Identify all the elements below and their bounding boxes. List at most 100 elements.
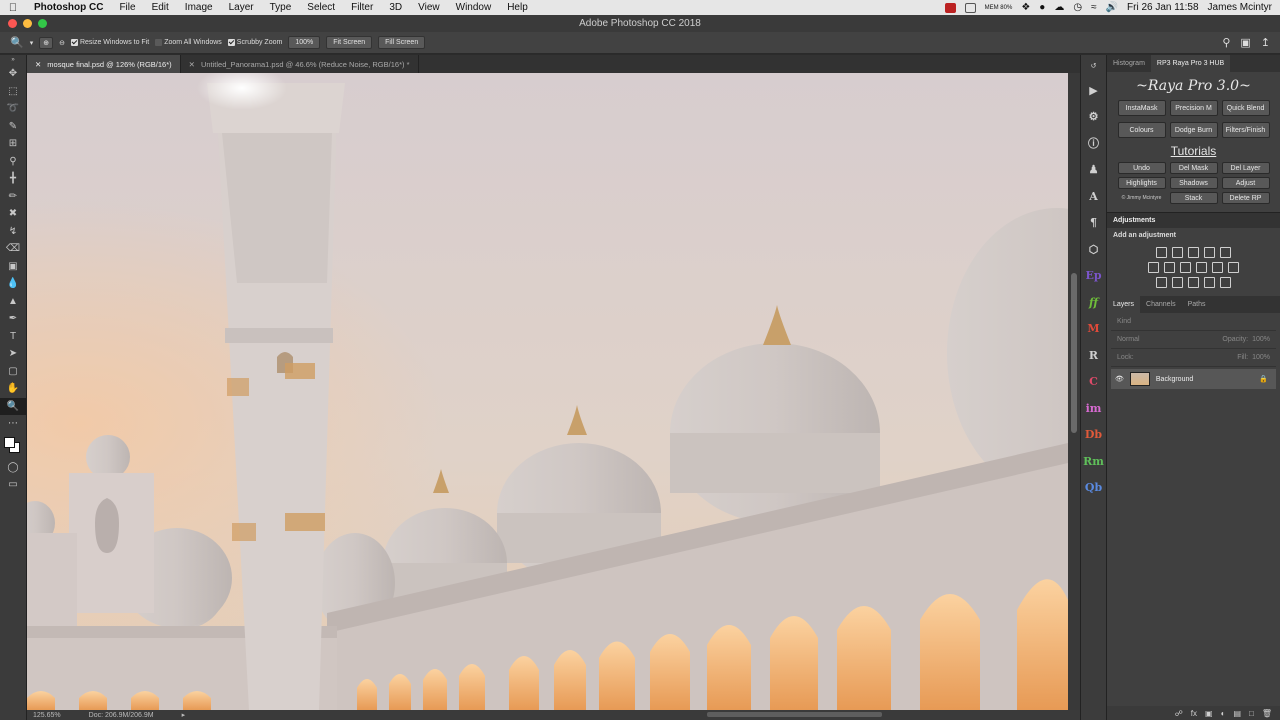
screen-mode-icon[interactable]: ▭ [0,476,26,494]
more-tools-icon[interactable]: ⋯ [0,415,26,433]
zoom-100-button[interactable]: 100% [288,36,321,49]
delete-rp-button[interactable]: Delete RP [1221,192,1270,204]
minimize-window-button[interactable] [23,19,32,28]
chevron-down-icon[interactable]: ▾ [30,39,34,47]
zoom-in-icon[interactable]: ⊕ [39,36,54,49]
gradient-tool-icon[interactable]: ▣ [0,258,26,276]
tab-histogram[interactable]: Histogram [1107,55,1151,72]
menu-view[interactable]: View [410,2,448,13]
new-layer-icon[interactable]: □ [1249,709,1254,718]
tab-panorama[interactable]: ✕ Untitled_Panorama1.psd @ 46.6% (Reduce… [181,55,419,73]
menu-edit[interactable]: Edit [144,2,177,13]
cloud-icon[interactable]: ☁ [1054,2,1064,13]
adjust-button[interactable]: Adjust [1221,177,1270,189]
close-icon[interactable]: ✕ [35,60,41,69]
character-icon[interactable]: A [1081,183,1106,210]
filters-finish-button[interactable]: Filters/Finish [1221,122,1270,138]
people-icon[interactable]: ♟ [1081,157,1106,184]
close-window-button[interactable] [8,19,17,28]
highlights-button[interactable]: Highlights [1117,177,1166,189]
time-machine-icon[interactable]: ◷ [1073,2,1082,13]
blur-tool-icon[interactable]: 💧 [0,275,26,293]
db-plugin-icon[interactable]: Db [1081,422,1106,449]
menu-3d[interactable]: 3D [381,2,410,13]
eraser-tool-icon[interactable]: ⌫ [0,240,26,258]
qb-plugin-icon[interactable]: Qb [1081,475,1106,502]
paragraph-icon[interactable]: ¶ [1081,210,1106,237]
info-icon[interactable]: ⓘ [1081,130,1106,157]
lasso-tool-icon[interactable]: ➰ [0,100,26,118]
menu-app[interactable]: Photoshop CC [26,2,111,13]
vertical-scrollbar[interactable] [1068,73,1080,710]
clone-stamp-tool-icon[interactable]: ✖ [0,205,26,223]
zoom-all-checkbox[interactable]: Zoom All Windows [155,39,222,46]
scrubby-zoom-checkbox[interactable]: Scrubby Zoom [227,39,282,46]
color-lookup-icon[interactable] [1228,262,1239,273]
del-layer-button[interactable]: Del Layer [1221,162,1270,174]
black-white-icon[interactable] [1180,262,1191,273]
precision-mask-button[interactable]: Precision M [1169,100,1218,116]
colours-button[interactable]: Colours [1117,122,1166,138]
r-plugin-icon[interactable]: R [1081,342,1106,369]
add-mask-icon[interactable]: ▣ [1205,709,1213,718]
menu-file[interactable]: File [111,2,143,13]
document-canvas[interactable] [27,73,1068,710]
link-layers-icon[interactable]: ☍ [1175,709,1183,718]
dodge-tool-icon[interactable]: ▲ [0,293,26,311]
hand-tool-icon[interactable]: ✋ [0,380,26,398]
quick-blend-button[interactable]: Quick Blend [1221,100,1270,116]
menu-image[interactable]: Image [177,2,221,13]
fill-field[interactable]: 100% [1252,354,1270,361]
quick-select-tool-icon[interactable]: ✎ [0,118,26,136]
search-icon[interactable]: ⚲ [1222,36,1230,49]
undo-button[interactable]: Undo [1117,162,1166,174]
workspace-icon[interactable]: ▣ [1240,36,1250,49]
history-icon[interactable]: ↺ [1081,55,1106,77]
menu-type[interactable]: Type [262,2,300,13]
tab-channels[interactable]: Channels [1140,296,1182,313]
zoom-window-button[interactable] [38,19,47,28]
eyedropper-tool-icon[interactable]: ⚲ [0,153,26,171]
exposure-icon[interactable] [1204,247,1215,258]
pen-tool-icon[interactable]: ✒ [0,310,26,328]
adjustments-header[interactable]: Adjustments [1107,212,1280,228]
opacity-field[interactable]: 100% [1252,336,1270,343]
horizontal-scroll-thumb[interactable] [707,712,882,717]
share-icon[interactable]: ↥ [1261,36,1270,49]
zoom-level[interactable]: 125.65% [33,712,61,719]
blend-mode-select[interactable]: Normal [1117,336,1140,343]
rm-plugin-icon[interactable]: Rm [1081,448,1106,475]
status-menu-arrow-icon[interactable]: ▸ [182,711,186,719]
trash-icon[interactable]: 🗑 [1262,709,1272,718]
3d-cube-icon[interactable]: ⬡ [1081,236,1106,263]
del-mask-button[interactable]: Del Mask [1169,162,1218,174]
ff-plugin-icon[interactable]: ff [1081,289,1106,316]
stack-button[interactable]: Stack [1169,192,1218,204]
user-name[interactable]: James Mcintyr [1208,2,1272,13]
posterize-icon[interactable] [1172,277,1183,288]
wifi-icon[interactable]: ≈ [1091,2,1097,13]
sync-icon[interactable]: ● [1039,2,1045,13]
status-item-icon[interactable] [964,2,976,13]
brightness-icon[interactable] [1156,247,1167,258]
memory-indicator[interactable]: MEM 80% [985,5,1013,11]
dodge-burn-button[interactable]: Dodge Burn [1169,122,1218,138]
volume-icon[interactable]: 🔊 [1106,2,1118,13]
ep-plugin-icon[interactable]: Ep [1081,263,1106,290]
close-icon[interactable]: ✕ [189,60,195,69]
type-tool-icon[interactable]: T [0,328,26,346]
tab-mosque-final[interactable]: ✕ mosque final.psd @ 126% (RGB/16*) [27,55,181,73]
crop-tool-icon[interactable]: ⊞ [0,135,26,153]
menu-window[interactable]: Window [448,2,500,13]
brush-tool-icon[interactable]: ✏ [0,188,26,206]
eye-icon[interactable]: 👁 [1115,375,1124,383]
apple-icon[interactable]:  [0,2,26,14]
status-app-icon[interactable] [944,2,956,13]
selective-color-icon[interactable] [1204,277,1215,288]
marquee-tool-icon[interactable]: ⬚ [0,83,26,101]
vibrance-icon[interactable] [1220,247,1231,258]
shadows-button[interactable]: Shadows [1169,177,1218,189]
layer-row-background[interactable]: 👁 Background 🔒 [1111,369,1276,389]
kind-filter[interactable]: Kind [1117,318,1131,325]
tab-paths[interactable]: Paths [1182,296,1212,313]
